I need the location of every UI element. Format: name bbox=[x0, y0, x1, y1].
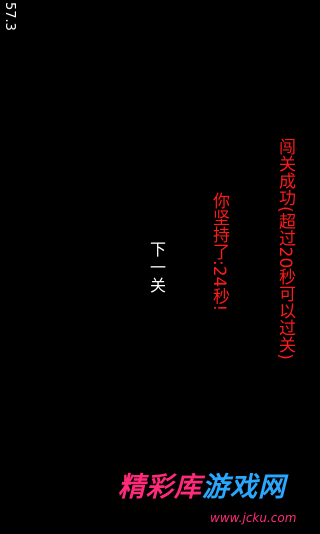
fps-counter: 57.3 bbox=[2, 2, 17, 31]
game-screen: 57.3 闯关成功(超过20秒可以过关) 你坚持了:24秒! 下一关 精彩库游戏… bbox=[0, 0, 320, 534]
watermark-logo-part2: 游戏网 bbox=[202, 472, 286, 503]
site-watermark: 精彩库游戏网 www.jcku.com bbox=[118, 474, 318, 530]
watermark-url: www.jcku.com bbox=[210, 511, 297, 525]
watermark-logo-part1: 精彩库 bbox=[118, 472, 202, 503]
level-success-message: 闯关成功(超过20秒可以过关) bbox=[275, 138, 295, 360]
next-level-button[interactable]: 下一关 bbox=[147, 241, 166, 295]
survival-time-message: 你坚持了:24秒! bbox=[209, 192, 229, 312]
watermark-logo: 精彩库游戏网 bbox=[118, 474, 286, 501]
